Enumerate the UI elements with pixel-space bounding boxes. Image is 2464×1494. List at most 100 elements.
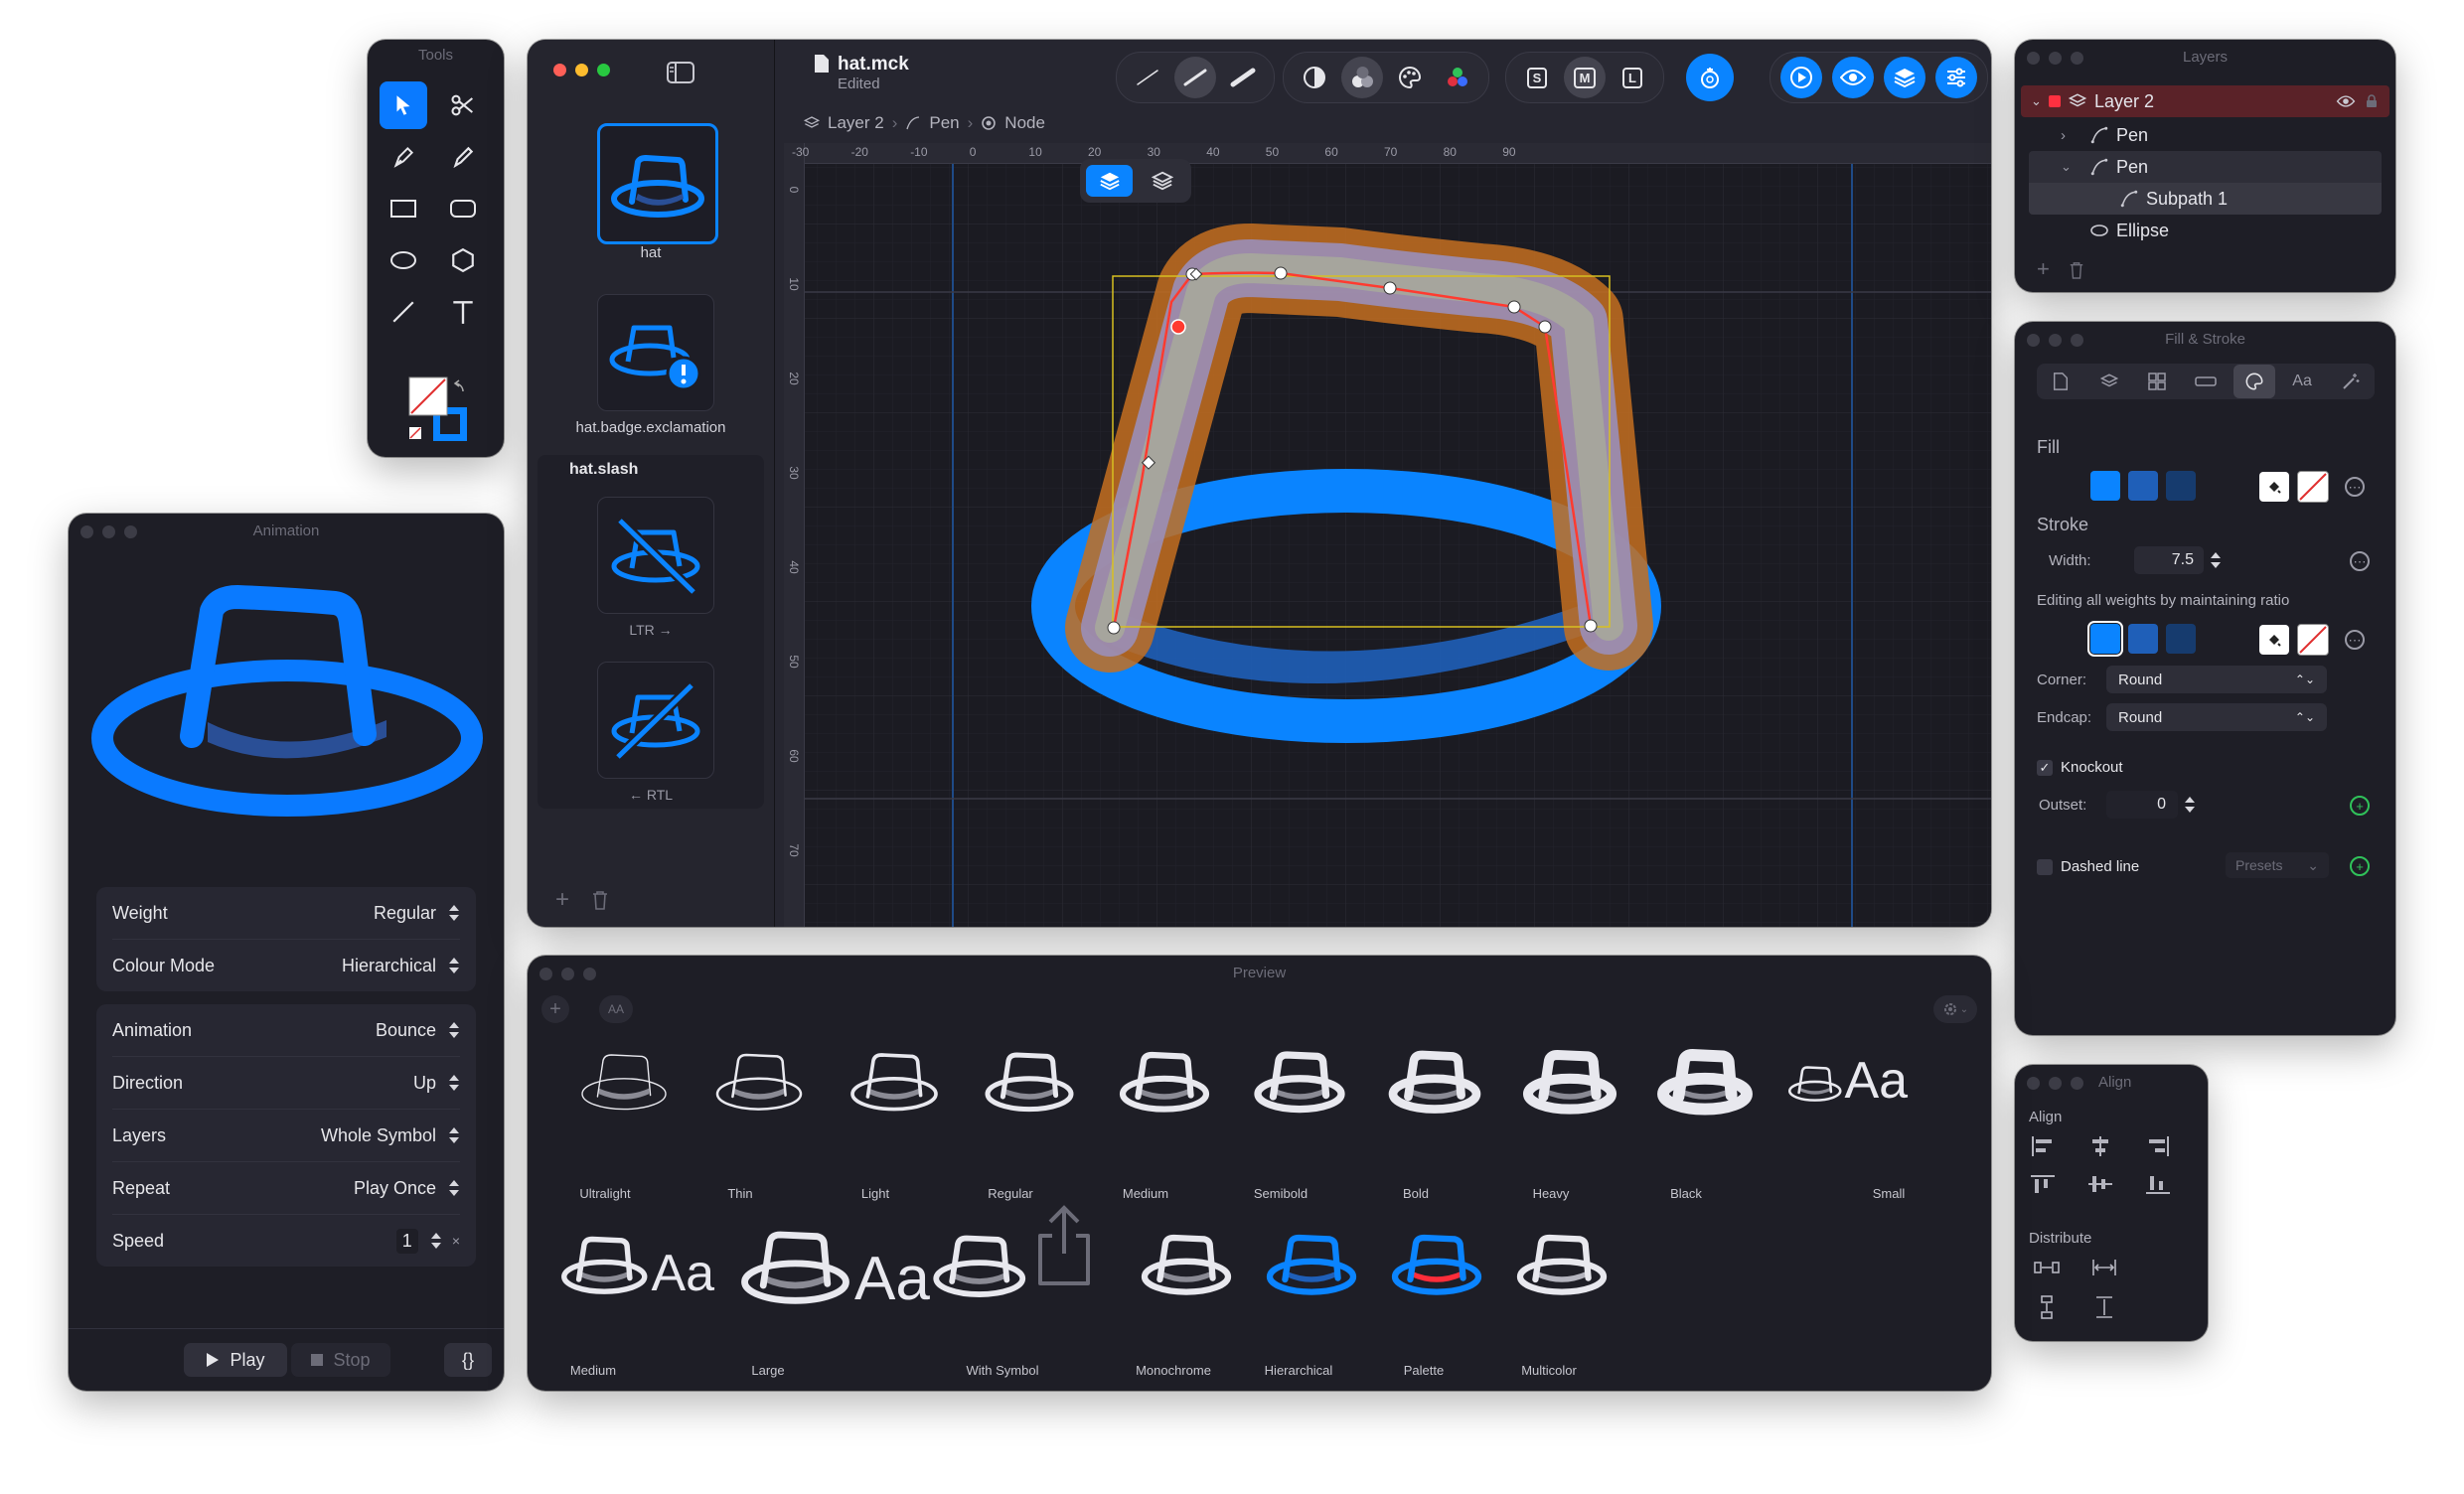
row-value-group[interactable]: Up (413, 1072, 460, 1094)
sidebar-toggle-icon[interactable] (667, 62, 694, 83)
code-button[interactable]: {} (444, 1343, 492, 1377)
none-swatch[interactable] (2297, 471, 2329, 503)
distribute-v-height-icon[interactable] (2090, 1295, 2118, 1319)
window-controls[interactable] (553, 64, 610, 76)
more-options-icon[interactable]: ⋯ (2345, 477, 2365, 497)
preview-item-large[interactable]: Aa (736, 1204, 930, 1323)
preview-item-medium[interactable]: Aa (557, 1204, 746, 1323)
preview-settings-button[interactable]: ⌄ (1933, 995, 1977, 1023)
breadcrumb-node[interactable]: Node (1004, 113, 1045, 133)
endcap-select[interactable]: Round ⌃⌄ (2106, 703, 2327, 731)
regular-line-button[interactable] (1174, 57, 1216, 98)
canvas[interactable]: -30 -20 -10 0 10 20 30 40 50 60 70 80 90 0 10 20 30 40 50… (784, 143, 1991, 927)
size-l-button[interactable]: L (1612, 57, 1653, 98)
outset-stepper[interactable] (2182, 794, 2196, 816)
polygon-tool[interactable] (439, 236, 487, 284)
chevron-down-icon[interactable]: ⌄ (2031, 93, 2049, 109)
corner-select[interactable]: Round ⌃⌄ (2106, 666, 2327, 693)
none-swatch[interactable] (2297, 624, 2329, 656)
distribute-v-spacing-icon[interactable] (2033, 1295, 2061, 1319)
tab-effects[interactable] (2330, 365, 2372, 398)
row-value-group[interactable]: Bounce (376, 1019, 460, 1041)
animation-row-animation[interactable]: Animation Bounce (112, 1004, 460, 1057)
scissors-tool[interactable] (439, 81, 487, 129)
stroke-swatch-secondary[interactable] (2128, 624, 2158, 654)
window-controls[interactable] (2027, 52, 2083, 65)
chevron-right-icon[interactable]: › (2061, 127, 2090, 144)
rectangle-tool[interactable] (380, 185, 427, 232)
pen-tool[interactable] (380, 133, 427, 181)
dashed-line-checkbox[interactable]: Dashed line (2037, 858, 2139, 875)
add-preview-button[interactable]: + (541, 995, 569, 1023)
layers-toggle-button[interactable] (1884, 57, 1925, 98)
animation-row-speed[interactable]: Speed 1 × (112, 1215, 460, 1267)
knockout-checkbox[interactable]: ✓ Knockout (2037, 759, 2123, 776)
fill-swatch-tertiary[interactable] (2166, 471, 2196, 501)
chevron-updown-icon[interactable] (446, 1072, 460, 1094)
symbol-thumb-hat[interactable] (597, 123, 718, 244)
align-center-v-icon[interactable] (2086, 1172, 2114, 1196)
monochrome-button[interactable] (1294, 57, 1335, 98)
add-layer-button[interactable]: + (2037, 256, 2050, 282)
size-s-button[interactable]: S (1516, 57, 1558, 98)
chevron-updown-icon[interactable] (446, 1019, 460, 1041)
window-controls[interactable] (80, 525, 137, 538)
tab-layers[interactable] (2088, 365, 2130, 398)
select-tool[interactable] (380, 81, 427, 129)
align-right-icon[interactable] (2144, 1134, 2172, 1158)
preview-item-small[interactable]: Aa (1785, 1035, 1944, 1154)
row-value-group[interactable]: Regular (374, 902, 460, 924)
size-m-button[interactable]: M (1564, 57, 1606, 98)
outset-field[interactable]: 0 (2106, 791, 2178, 819)
align-bottom-icon[interactable] (2144, 1172, 2172, 1196)
animation-row-direction[interactable]: Direction Up (112, 1057, 460, 1110)
layer-row-pen-2[interactable]: ⌄ Pen (2029, 151, 2382, 183)
play-button[interactable]: Play (184, 1343, 287, 1377)
tab-text[interactable]: Aa (2281, 365, 2323, 398)
chevron-updown-icon[interactable] (446, 902, 460, 924)
align-top-icon[interactable] (2029, 1172, 2057, 1196)
animation-row-layers[interactable]: Layers Whole Symbol (112, 1110, 460, 1162)
row-value-group[interactable]: 1 × (395, 1228, 460, 1254)
add-outset-icon[interactable]: + (2350, 796, 2370, 816)
color-well[interactable] (407, 375, 469, 443)
fill-swatch-primary[interactable] (2090, 471, 2120, 501)
preview-item-black[interactable] (1636, 1035, 1795, 1154)
tab-fill-stroke[interactable] (2233, 365, 2275, 398)
eyedropper-swatch[interactable] (2259, 625, 2289, 655)
window-controls[interactable] (539, 968, 596, 980)
inspector-toggle-button[interactable] (1935, 57, 1977, 98)
trash-icon[interactable] (2069, 261, 2084, 279)
eye-icon[interactable] (2336, 94, 2356, 108)
window-controls[interactable] (2027, 334, 2083, 347)
window-controls[interactable] (2027, 1077, 2083, 1090)
align-left-icon[interactable] (2029, 1134, 2057, 1158)
chevron-updown-icon[interactable] (446, 955, 460, 976)
line-tool[interactable] (380, 288, 427, 336)
trash-icon[interactable] (591, 890, 609, 910)
palette-button[interactable] (1389, 57, 1431, 98)
add-dash-icon[interactable]: + (2350, 856, 2370, 876)
bold-line-button[interactable] (1222, 57, 1264, 98)
single-layer-button[interactable] (1086, 165, 1133, 197)
chevron-updown-icon[interactable] (446, 1124, 460, 1146)
chevron-down-icon[interactable]: ⌄ (2061, 159, 2090, 175)
symbol-thumb-hat-slash-rtl[interactable] (597, 662, 714, 779)
chevron-updown-icon[interactable] (446, 1177, 460, 1199)
stop-button[interactable]: Stop (291, 1343, 390, 1377)
eyedropper-swatch[interactable] (2259, 472, 2289, 502)
distribute-h-width-icon[interactable] (2090, 1256, 2118, 1279)
multicolor-button[interactable] (1437, 57, 1478, 98)
text-tool[interactable] (439, 288, 487, 336)
fill-swatch-secondary[interactable] (2128, 471, 2158, 501)
row-value-group[interactable]: Hierarchical (342, 955, 460, 976)
symbol-thumb-hat-badge[interactable] (597, 294, 714, 411)
animation-row-weight[interactable]: Weight Regular (112, 887, 460, 940)
stroke-swatch-tertiary[interactable] (2166, 624, 2196, 654)
symbol-thumb-hat-slash-ltr[interactable] (597, 497, 714, 614)
preview-item-with-symbol[interactable] (929, 1204, 1118, 1323)
text-size-button[interactable]: AA (599, 995, 633, 1023)
hierarchical-button[interactable] (1341, 57, 1383, 98)
row-value-group[interactable]: Whole Symbol (321, 1124, 460, 1146)
animation-preview-button[interactable] (1780, 57, 1822, 98)
